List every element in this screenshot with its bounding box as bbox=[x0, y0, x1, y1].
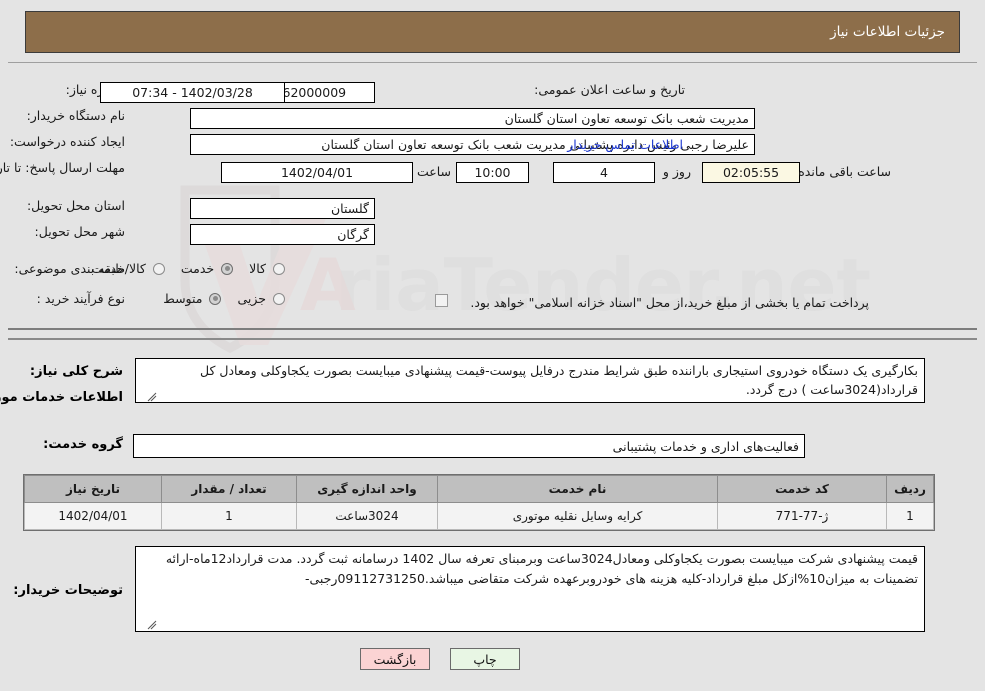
back-button[interactable]: بازگشت bbox=[360, 648, 430, 670]
row-process-type: نوع فرآیند خرید : bbox=[37, 291, 125, 306]
remaining-days-label: روز و bbox=[662, 164, 691, 179]
islamic-treasury-checkbox[interactable] bbox=[435, 294, 448, 307]
cell-service-code: ژ-77-771 bbox=[717, 502, 887, 530]
remaining-days-value: 4 bbox=[553, 162, 655, 183]
row-province: استان محل تحویل: bbox=[27, 198, 125, 213]
deadline-label: مهلت ارسال پاسخ: تا تاریخ: bbox=[0, 160, 125, 175]
page-title: جزئیات اطلاعات نیاز bbox=[830, 24, 945, 40]
row-public-announce: تاریخ و ساعت اعلان عمومی: bbox=[534, 82, 685, 97]
deadline-hour-value: 10:00 bbox=[456, 162, 529, 183]
services-table-wrapper: ردیف کد خدمت نام خدمت واحد اندازه گیری ت… bbox=[23, 474, 935, 531]
print-button[interactable]: چاپ bbox=[450, 648, 520, 670]
radio-process-jozyi-label: جزیی bbox=[237, 291, 266, 306]
public-announce-label: تاریخ و ساعت اعلان عمومی: bbox=[534, 82, 685, 97]
requester-label: ایجاد کننده درخواست: bbox=[9, 134, 125, 149]
th-need-date: تاریخ نیاز bbox=[24, 475, 162, 503]
th-unit: واحد اندازه گیری bbox=[296, 475, 438, 503]
public-announce-value: 1402/03/28 - 07:34 bbox=[100, 82, 285, 103]
province-value: گلستان bbox=[190, 198, 375, 219]
islamic-treasury-label: پرداخت تمام یا بخشی از مبلغ خرید،از محل … bbox=[470, 295, 869, 310]
deadline-date-value: 1402/04/01 bbox=[221, 162, 413, 183]
buyer-notes-label: توضیحات خریدار: bbox=[13, 583, 123, 598]
row-deadline: مهلت ارسال پاسخ: تا تاریخ: bbox=[0, 160, 125, 175]
row-requester: ایجاد کننده درخواست: bbox=[10, 134, 125, 149]
section-divider bbox=[8, 338, 977, 340]
buyer-contact-link[interactable]: اطلاعات تماس خریدار bbox=[567, 137, 683, 152]
th-service-code: کد خدمت bbox=[717, 475, 887, 503]
cell-need-date: 1402/04/01 bbox=[24, 502, 162, 530]
remaining-time-value: 02:05:55 bbox=[702, 162, 800, 183]
description-textarea[interactable]: بکارگیری یک دستگاه خودروی استیجاری باران… bbox=[135, 358, 925, 403]
radio-category-kala[interactable] bbox=[273, 262, 285, 275]
radio-process-motavaset-label: متوسط bbox=[163, 291, 203, 306]
cell-radif: 1 bbox=[886, 502, 934, 530]
category-radio-group: کالا خدمت کالا/خدمت bbox=[79, 261, 285, 276]
services-section-heading: اطلاعات خدمات مورد نیاز bbox=[0, 390, 123, 405]
province-label: استان محل تحویل: bbox=[26, 198, 125, 213]
row-buyer-org: نام دستگاه خریدار: bbox=[27, 108, 125, 123]
services-table: ردیف کد خدمت نام خدمت واحد اندازه گیری ت… bbox=[24, 475, 934, 530]
service-group-label: گروه خدمت: bbox=[43, 437, 123, 452]
deadline-hour-label: ساعت bbox=[416, 164, 451, 179]
description-label: شرح کلی نیاز: bbox=[29, 364, 123, 379]
radio-category-kala-label: کالا bbox=[249, 261, 266, 276]
process-radio-group: جزیی متوسط bbox=[151, 291, 285, 306]
table-header-row: ردیف کد خدمت نام خدمت واحد اندازه گیری ت… bbox=[24, 475, 934, 503]
service-group-value: فعالیت‌های اداری و خدمات پشتیبانی bbox=[133, 434, 805, 458]
radio-category-kala-khedmat[interactable] bbox=[152, 262, 165, 275]
city-label: شهر محل تحویل: bbox=[34, 224, 125, 239]
page-root: riaTender.net A جزئیات اطلاعات نیاز شمار… bbox=[0, 0, 985, 691]
radio-category-khedmat-label: خدمت bbox=[180, 261, 215, 276]
cell-quantity: 1 bbox=[161, 502, 297, 530]
th-radif: ردیف bbox=[886, 475, 934, 503]
process-type-label: نوع فرآیند خرید : bbox=[36, 291, 125, 306]
buyer-org-value: مدیریت شعب بانک توسعه تعاون استان گلستان bbox=[190, 108, 755, 129]
radio-category-kala-khedmat-label: کالا/خدمت bbox=[91, 261, 146, 276]
page-title-bar: جزئیات اطلاعات نیاز bbox=[25, 11, 960, 53]
radio-category-khedmat[interactable] bbox=[221, 262, 234, 275]
row-city: شهر محل تحویل: bbox=[35, 224, 125, 239]
radio-process-jozyi[interactable] bbox=[273, 292, 285, 305]
th-service-name: نام خدمت bbox=[437, 475, 718, 503]
th-quantity: تعداد / مقدار bbox=[161, 475, 297, 503]
buyer-org-label: نام دستگاه خریدار: bbox=[26, 108, 125, 123]
cell-unit: 3024ساعت bbox=[296, 502, 438, 530]
buyer-notes-textarea[interactable]: قیمت پیشنهادی شرکت میبایست بصورت یکجاوکل… bbox=[135, 546, 925, 632]
city-value: گرگان bbox=[190, 224, 375, 245]
table-row: 1 ژ-77-771 کرایه وسایل نقلیه موتوری 3024… bbox=[24, 502, 934, 530]
remaining-time-label: ساعت باقی مانده bbox=[798, 164, 891, 179]
radio-process-motavaset[interactable] bbox=[209, 292, 222, 305]
cell-service-name: کرایه وسایل نقلیه موتوری bbox=[437, 502, 718, 530]
